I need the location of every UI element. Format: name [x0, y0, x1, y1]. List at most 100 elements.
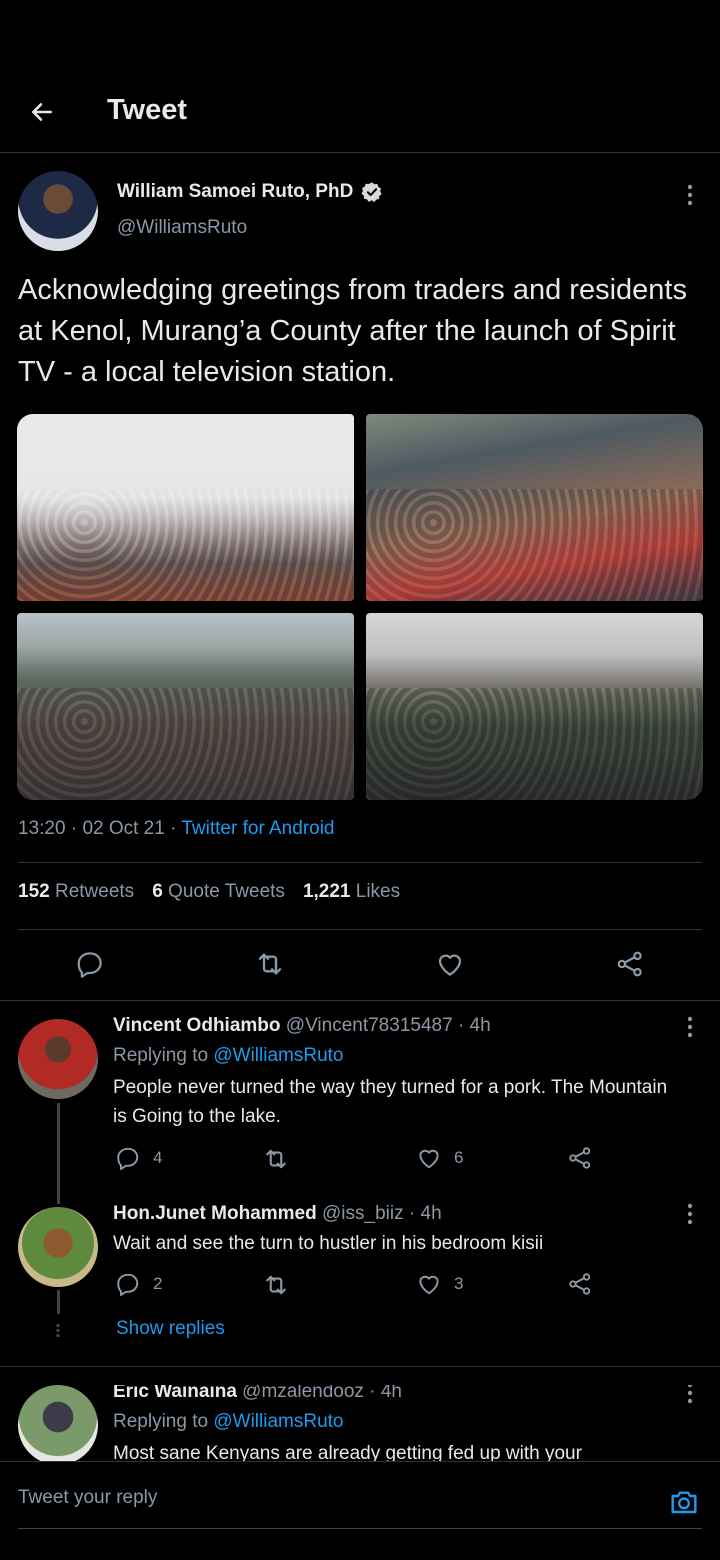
reply-time: 4h [380, 1385, 402, 1402]
page-title: Tweet [107, 94, 188, 126]
reply-time: 4h [469, 1015, 491, 1036]
more-vertical-icon [687, 1203, 693, 1225]
tweet-photo-1[interactable] [17, 414, 354, 601]
heart-icon [419, 1149, 439, 1169]
reply-time: 4h [420, 1203, 442, 1224]
like-count: 6 [454, 1148, 464, 1167]
photo-texture [17, 687, 354, 800]
divider [0, 1000, 720, 1001]
tweet-text: Acknowledging greetings from traders and… [18, 274, 687, 388]
reply-author-handle[interactable]: @Vincent78315487 [286, 1015, 453, 1036]
share-icon [569, 1147, 591, 1169]
share-icon [569, 1273, 591, 1295]
camera-button[interactable] [666, 1484, 702, 1520]
reply-header: Hon.Junet Mohammed @iss_biiz · 4h [113, 1203, 442, 1225]
photo-texture [366, 488, 703, 601]
retweet-icon [258, 953, 282, 975]
reply-count: 4 [153, 1148, 163, 1167]
reply-retweet-button[interactable] [262, 1271, 290, 1299]
tweet-photo-2[interactable] [366, 414, 703, 601]
author-name-row[interactable]: William Samoei Ruto, PhD [117, 181, 383, 203]
reply-author-name[interactable]: Hon.Junet Mohammed [113, 1203, 317, 1224]
reply-input[interactable]: Tweet your reply [18, 1487, 157, 1509]
reply-icon [77, 952, 102, 978]
tweet-photo-4[interactable] [366, 613, 703, 800]
photo-texture [366, 687, 703, 800]
author-avatar[interactable] [18, 171, 98, 251]
author-handle[interactable]: @WilliamsRuto [117, 217, 247, 239]
quote-count: 6 [152, 881, 163, 902]
reply-avatar[interactable] [18, 1019, 98, 1099]
replying-to: Replying to @WilliamsRuto [113, 1045, 343, 1067]
share-icon [617, 951, 642, 977]
top-bar: Tweet [0, 0, 720, 153]
more-vertical-icon [687, 1016, 693, 1038]
reply-header: Eric Wainaina @mzalendooz · 4h [113, 1385, 402, 1403]
share-button[interactable] [610, 944, 650, 984]
reply-retweet-button[interactable] [262, 1145, 290, 1173]
reply-button[interactable] [70, 944, 110, 984]
verified-badge-icon [361, 182, 382, 203]
like-button[interactable] [430, 944, 470, 984]
reply-count: 2 [153, 1274, 163, 1293]
likes-count: 1,221 [302, 881, 351, 902]
tweet-more-button[interactable] [678, 180, 702, 210]
show-replies-link[interactable]: Show replies [116, 1318, 225, 1340]
divider [18, 929, 702, 930]
meta-separator: · [70, 818, 83, 839]
reply-more-button[interactable] [678, 1012, 702, 1042]
reply-like-button[interactable]: 3 [416, 1271, 463, 1297]
reply-header: Vincent Odhiambo @Vincent78315487 · 4h [113, 1015, 491, 1037]
tweet-date: 02 Oct 21 [82, 818, 165, 839]
retweets-count: 152 [18, 881, 50, 902]
more-vertical-icon [687, 1385, 693, 1404]
divider [0, 1366, 720, 1367]
reply-author-handle[interactable]: @mzalendooz [242, 1385, 364, 1402]
reply-like-button[interactable]: 6 [416, 1145, 463, 1171]
tweet-source-link[interactable]: Twitter for Android [181, 818, 334, 839]
reply-compose-bar: Tweet your reply [0, 1461, 720, 1560]
meta-separator: · [170, 818, 182, 839]
thread-dots [56, 1323, 60, 1337]
divider [18, 862, 702, 863]
photo-texture [17, 488, 354, 601]
meta-separator: · [408, 1203, 421, 1224]
thread-line [57, 1103, 60, 1204]
reply-reply-button[interactable]: 4 [115, 1145, 162, 1171]
reply-share-button[interactable] [567, 1271, 593, 1297]
replying-to-handle[interactable]: @WilliamsRuto [213, 1045, 343, 1066]
camera-icon [671, 1491, 697, 1514]
more-vertical-icon [687, 184, 693, 206]
replying-to-handle[interactable]: @WilliamsRuto [213, 1411, 343, 1432]
replying-to-prefix: Replying to [113, 1411, 209, 1432]
replying-to-prefix: Replying to [113, 1045, 209, 1066]
reply-avatar[interactable] [18, 1385, 98, 1461]
retweet-icon [266, 1275, 286, 1295]
heart-icon [419, 1275, 439, 1295]
retweet-button[interactable] [250, 944, 290, 984]
reply-text: People never turned the way they turned … [113, 1077, 668, 1127]
reply-author-handle[interactable]: @iss_biiz [322, 1203, 404, 1224]
heart-icon [438, 954, 462, 976]
reply-more-button[interactable] [678, 1385, 702, 1408]
reply-avatar[interactable] [18, 1207, 98, 1287]
retweet-icon [266, 1149, 286, 1169]
reply-3-viewport: Eric Wainaina @mzalendooz · 4h Replying … [0, 1385, 720, 1461]
quote-tweets-stat[interactable]: 6 Quote Tweets [152, 881, 285, 903]
reply-share-button[interactable] [567, 1145, 593, 1171]
likes-stat[interactable]: 1,221 Likes [303, 881, 400, 903]
reply-text: Most sane Kenyans are already getting fe… [113, 1443, 582, 1461]
reply-icon [117, 1273, 139, 1297]
compose-underline [18, 1528, 702, 1529]
back-button[interactable] [22, 92, 62, 132]
back-arrow-icon [32, 103, 52, 121]
tweet-photo-3[interactable] [17, 613, 354, 800]
reply-author-name[interactable]: Vincent Odhiambo [113, 1015, 281, 1036]
retweets-stat[interactable]: 152 Retweets [18, 881, 134, 903]
reply-author-name[interactable]: Eric Wainaina [113, 1385, 237, 1402]
tweet-stats: 152 Retweets 6 Quote Tweets 1,221 Likes [18, 881, 400, 903]
reply-more-button[interactable] [678, 1199, 702, 1229]
meta-separator: · [369, 1385, 381, 1402]
reply-reply-button[interactable]: 2 [115, 1271, 162, 1297]
likes-label: Likes [355, 881, 401, 902]
